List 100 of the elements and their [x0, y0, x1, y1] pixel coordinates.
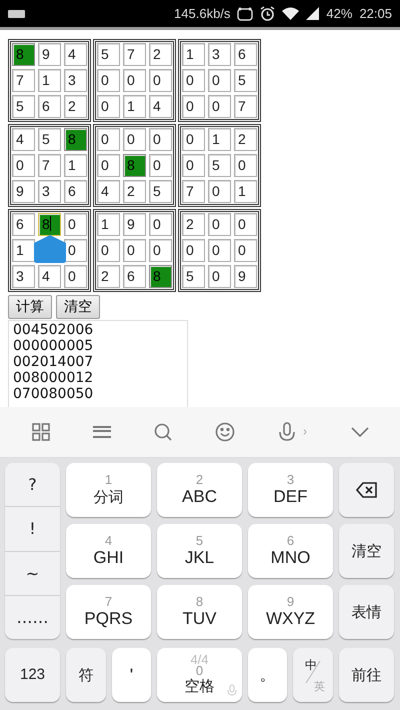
text-cursor-handle[interactable]: [34, 235, 66, 263]
number-field[interactable]: 3: [38, 180, 61, 203]
number-field[interactable]: 5: [97, 43, 120, 66]
number-field[interactable]: 0: [97, 239, 120, 262]
search-icon[interactable]: [154, 423, 172, 441]
number-field[interactable]: 7: [12, 69, 35, 92]
number-field[interactable]: 0: [182, 239, 205, 262]
number-field[interactable]: 0: [149, 69, 172, 92]
number-field[interactable]: 0: [208, 69, 231, 92]
number-field[interactable]: 2: [149, 43, 172, 66]
number-field[interactable]: 1: [64, 154, 87, 177]
smiley-icon[interactable]: [214, 422, 234, 442]
number-field[interactable]: 1: [38, 69, 61, 92]
language-toggle-key[interactable]: 中 英: [293, 648, 333, 702]
number-field[interactable]: 0: [234, 239, 257, 262]
symbol-key[interactable]: ?: [5, 463, 60, 508]
separator-key[interactable]: ': [112, 648, 151, 702]
number-field[interactable]: 5: [12, 95, 35, 118]
number-field[interactable]: 4: [64, 43, 87, 66]
number-field[interactable]: 5: [182, 265, 205, 288]
letter-key[interactable]: 3 DEF: [248, 463, 333, 517]
letter-key[interactable]: 9 WXYZ: [248, 585, 333, 639]
number-field[interactable]: 9: [123, 213, 146, 236]
number-field[interactable]: 7: [234, 95, 257, 118]
number-field[interactable]: 0: [149, 128, 172, 151]
backspace-key[interactable]: [339, 463, 394, 517]
number-field[interactable]: 3: [64, 69, 87, 92]
number-field[interactable]: 0: [123, 239, 146, 262]
number-field[interactable]: 0: [208, 180, 231, 203]
number-field[interactable]: 0: [97, 154, 120, 177]
number-field[interactable]: 9: [234, 265, 257, 288]
number-field[interactable]: 4: [12, 128, 35, 151]
number-field[interactable]: 0: [97, 128, 120, 151]
number-field[interactable]: 2: [182, 213, 205, 236]
number-field[interactable]: 0: [182, 95, 205, 118]
number-field[interactable]: 1: [234, 180, 257, 203]
number-field[interactable]: 0: [234, 213, 257, 236]
number-field[interactable]: 2: [64, 95, 87, 118]
number-field[interactable]: 0: [97, 69, 120, 92]
number-field[interactable]: 8: [64, 128, 87, 151]
number-field[interactable]: 8: [38, 213, 61, 236]
number-field[interactable]: 0: [208, 265, 231, 288]
letter-key[interactable]: 4 GHI: [66, 524, 151, 578]
number-field[interactable]: 6: [64, 180, 87, 203]
space-key[interactable]: 4/4 0 空格: [157, 648, 242, 702]
number-field[interactable]: 7: [123, 43, 146, 66]
letter-key[interactable]: 6 MNO: [248, 524, 333, 578]
grid-icon[interactable]: [32, 423, 50, 441]
number-field[interactable]: 8: [149, 265, 172, 288]
number-field[interactable]: 7: [38, 154, 61, 177]
number-field[interactable]: 0: [208, 213, 231, 236]
number-field[interactable]: 2: [97, 265, 120, 288]
go-key[interactable]: 前往: [339, 648, 394, 702]
number-field[interactable]: 7: [182, 180, 205, 203]
symbol-key[interactable]: ……: [5, 596, 60, 639]
number-field[interactable]: 8: [12, 43, 35, 66]
number-field[interactable]: 5: [208, 154, 231, 177]
number-field[interactable]: 9: [12, 180, 35, 203]
number-field[interactable]: 2: [123, 180, 146, 203]
number-field[interactable]: 0: [208, 95, 231, 118]
letter-key[interactable]: 7 PQRS: [66, 585, 151, 639]
number-field[interactable]: 5: [234, 69, 257, 92]
number-field[interactable]: 4: [38, 265, 61, 288]
microphone-icon[interactable]: [278, 422, 296, 442]
symbols-key[interactable]: 符: [66, 648, 106, 702]
number-mode-key[interactable]: 123: [5, 648, 60, 702]
number-field[interactable]: 0: [182, 69, 205, 92]
number-field[interactable]: 0: [149, 154, 172, 177]
number-field[interactable]: 2: [234, 128, 257, 151]
number-field[interactable]: 0: [123, 128, 146, 151]
number-field[interactable]: 0: [208, 239, 231, 262]
number-field[interactable]: 0: [64, 213, 87, 236]
number-field[interactable]: 0: [234, 154, 257, 177]
number-field[interactable]: 0: [149, 213, 172, 236]
number-field[interactable]: 5: [38, 128, 61, 151]
number-field[interactable]: 1: [12, 239, 35, 262]
symbol-key[interactable]: !: [5, 507, 60, 552]
number-field[interactable]: 0: [123, 69, 146, 92]
number-field[interactable]: 0: [12, 154, 35, 177]
clear-key[interactable]: 清空: [339, 524, 394, 578]
letter-key[interactable]: 5 JKL: [157, 524, 242, 578]
number-field[interactable]: 4: [149, 95, 172, 118]
number-field[interactable]: 1: [123, 95, 146, 118]
number-field[interactable]: 1: [97, 213, 120, 236]
number-field[interactable]: 6: [234, 43, 257, 66]
number-field[interactable]: 0: [64, 265, 87, 288]
number-field[interactable]: 4: [97, 180, 120, 203]
number-field[interactable]: 0: [97, 95, 120, 118]
number-field[interactable]: 6: [12, 213, 35, 236]
number-field[interactable]: 1: [182, 43, 205, 66]
number-field[interactable]: 9: [38, 43, 61, 66]
symbol-key[interactable]: ~: [5, 552, 60, 596]
number-field[interactable]: 3: [12, 265, 35, 288]
number-field[interactable]: 1: [208, 128, 231, 151]
number-field[interactable]: 0: [182, 128, 205, 151]
chevron-down-icon[interactable]: [350, 427, 368, 437]
emoji-key[interactable]: 表情: [339, 585, 394, 639]
number-field[interactable]: 0: [182, 154, 205, 177]
number-field[interactable]: 3: [208, 43, 231, 66]
letter-key[interactable]: 1 分词: [66, 463, 151, 517]
